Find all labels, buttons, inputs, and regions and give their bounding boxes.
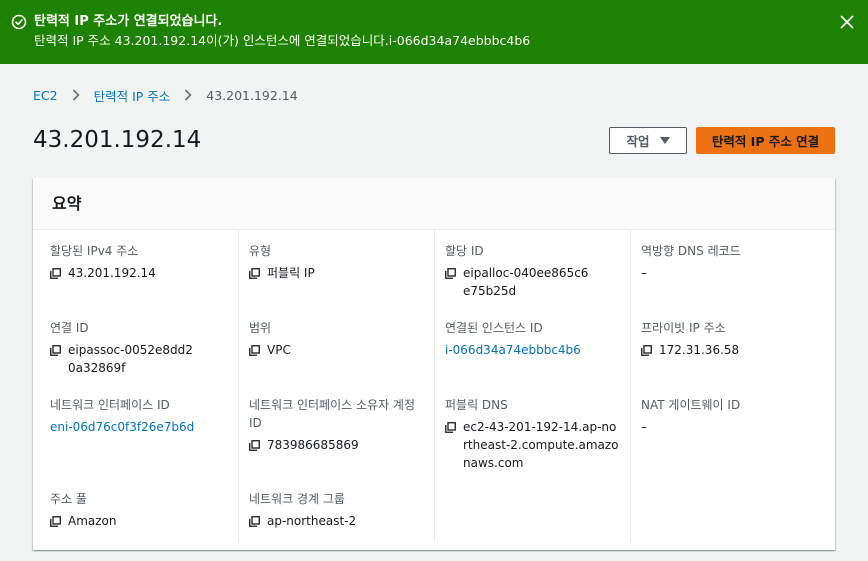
- public-dns-value: ec2-43-201-192-14.ap-northeast-2.compute…: [463, 420, 619, 470]
- field-pool: 주소 풀 Amazon: [50, 490, 225, 530]
- eni-id-link[interactable]: eni-06d76c0f3f26e7b6d: [50, 418, 225, 436]
- pool-value: Amazon: [68, 514, 117, 528]
- field-private-ip: 프라이빗 IP 주소 172.31.36.58: [641, 319, 816, 359]
- summary-column-3: 할당 ID eipalloc-040ee865c6e75b25d 연결된 인스턴…: [434, 230, 630, 542]
- chevron-right-icon: [185, 89, 192, 101]
- instance-id-link[interactable]: i-066d34a74ebbbc4b6: [445, 341, 620, 359]
- field-value: eipassoc-0052e8dd20a32869f: [50, 341, 225, 377]
- field-reverse-dns: 역방향 DNS 레코드 –: [641, 242, 816, 282]
- field-label: 범위: [249, 321, 272, 335]
- allocation-id-value: eipalloc-040ee865c6e75b25d: [463, 266, 589, 298]
- field-label: 퍼블릭 DNS: [445, 398, 508, 412]
- field-public-dns: 퍼블릭 DNS ec2-43-201-192-14.ap-northeast-2…: [445, 396, 620, 472]
- copy-icon[interactable]: [641, 345, 652, 356]
- breadcrumb-ec2-link[interactable]: EC2: [33, 88, 58, 103]
- caret-down-icon: [659, 137, 670, 144]
- type-value: 퍼블릭 IP: [267, 266, 315, 280]
- summary-panel-header: 요약: [33, 178, 835, 230]
- reverse-dns-value: –: [641, 266, 647, 280]
- scope-value: VPC: [267, 343, 291, 357]
- field-value: 43.201.192.14: [50, 264, 225, 282]
- copy-icon[interactable]: [445, 422, 456, 433]
- close-icon[interactable]: [840, 15, 854, 29]
- eni-owner-value: 783986685869: [267, 438, 359, 452]
- summary-column-1: 할당된 IPv4 주소 43.201.192.14 연결 ID eipassoc…: [33, 230, 238, 542]
- field-eni-id: 네트워크 인터페이스 ID eni-06d76c0f3f26e7b6d: [50, 396, 225, 436]
- copy-icon[interactable]: [50, 345, 61, 356]
- field-value: Amazon: [50, 512, 225, 530]
- field-label: NAT 게이트웨이 ID: [641, 398, 741, 412]
- ipv4-value: 43.201.192.14: [68, 266, 156, 280]
- field-label: 네트워크 인터페이스 ID: [50, 398, 170, 412]
- copy-icon[interactable]: [50, 516, 61, 527]
- field-label: 연결 ID: [50, 321, 89, 335]
- summary-grid: 할당된 IPv4 주소 43.201.192.14 연결 ID eipassoc…: [33, 230, 835, 550]
- private-ip-value: 172.31.36.58: [659, 343, 740, 357]
- summary-column-2: 유형 퍼블릭 IP 범위 VPC 네트워크 인터페이스 소유자 계정 ID 78…: [238, 230, 434, 542]
- copy-icon[interactable]: [445, 268, 456, 279]
- field-allocation-id: 할당 ID eipalloc-040ee865c6e75b25d: [445, 242, 620, 300]
- chevron-right-icon: [72, 89, 80, 101]
- field-value: VPC: [249, 341, 424, 359]
- copy-icon[interactable]: [249, 516, 260, 527]
- field-label: 네트워크 경계 그룹: [249, 492, 345, 506]
- nat-gateway-value: –: [641, 420, 647, 434]
- field-value: 172.31.36.58: [641, 341, 816, 359]
- summary-column-4: 역방향 DNS 레코드 – 프라이빗 IP 주소 172.31.36.58 NA…: [630, 230, 820, 542]
- copy-icon[interactable]: [249, 268, 260, 279]
- field-value: eipalloc-040ee865c6e75b25d: [445, 264, 620, 300]
- copy-icon[interactable]: [50, 268, 61, 279]
- associate-elastic-ip-button[interactable]: 탄력적 IP 주소 연결: [696, 127, 835, 154]
- copy-icon[interactable]: [249, 440, 260, 451]
- field-value: ec2-43-201-192-14.ap-northeast-2.compute…: [445, 418, 620, 472]
- field-label: 연결된 인스턴스 ID: [445, 321, 543, 335]
- actions-button-label: 작업: [626, 134, 650, 149]
- actions-dropdown-button[interactable]: 작업: [609, 127, 687, 154]
- field-value: 퍼블릭 IP: [249, 264, 424, 282]
- field-type: 유형 퍼블릭 IP: [249, 242, 424, 282]
- field-label: 유형: [249, 244, 272, 258]
- association-id-value: eipassoc-0052e8dd20a32869f: [68, 343, 193, 375]
- success-flash-banner: 탄력적 IP 주소가 연결되었습니다. 탄력적 IP 주소 43.201.192…: [0, 0, 868, 64]
- breadcrumb-current: 43.201.192.14: [206, 87, 298, 103]
- breadcrumb-elastic-ip-link[interactable]: 탄력적 IP 주소: [94, 86, 171, 105]
- field-association-id: 연결 ID eipassoc-0052e8dd20a32869f: [50, 319, 225, 377]
- field-label: 할당 ID: [445, 244, 484, 258]
- border-group-value: ap-northeast-2: [267, 514, 357, 528]
- summary-title: 요약: [52, 194, 82, 213]
- field-nat-gateway: NAT 게이트웨이 ID –: [641, 396, 816, 436]
- flash-message: 탄력적 IP 주소 43.201.192.14이(가) 인스턴스에 연결되었습니…: [34, 33, 531, 48]
- field-label: 네트워크 인터페이스 소유자 계정 ID: [249, 398, 416, 430]
- field-ipv4: 할당된 IPv4 주소 43.201.192.14: [50, 242, 225, 282]
- field-value: 783986685869: [249, 436, 424, 454]
- field-eni-owner: 네트워크 인터페이스 소유자 계정 ID 783986685869: [249, 396, 424, 454]
- copy-icon[interactable]: [249, 345, 260, 356]
- page-title: 43.201.192.14: [33, 127, 202, 153]
- summary-panel: 요약 할당된 IPv4 주소 43.201.192.14 연결 ID eipas…: [33, 178, 835, 550]
- field-border-group: 네트워크 경계 그룹 ap-northeast-2: [249, 490, 424, 530]
- field-value: ap-northeast-2: [249, 512, 424, 530]
- breadcrumb: EC2 탄력적 IP 주소 43.201.192.14: [33, 86, 298, 104]
- field-label: 주소 풀: [50, 492, 87, 506]
- flash-title: 탄력적 IP 주소가 연결되었습니다.: [34, 14, 223, 29]
- field-label: 할당된 IPv4 주소: [50, 244, 139, 258]
- field-label: 프라이빗 IP 주소: [641, 321, 726, 335]
- check-circle-icon: [11, 14, 27, 30]
- field-scope: 범위 VPC: [249, 319, 424, 359]
- field-instance-id: 연결된 인스턴스 ID i-066d34a74ebbbc4b6: [445, 319, 620, 359]
- field-label: 역방향 DNS 레코드: [641, 244, 741, 258]
